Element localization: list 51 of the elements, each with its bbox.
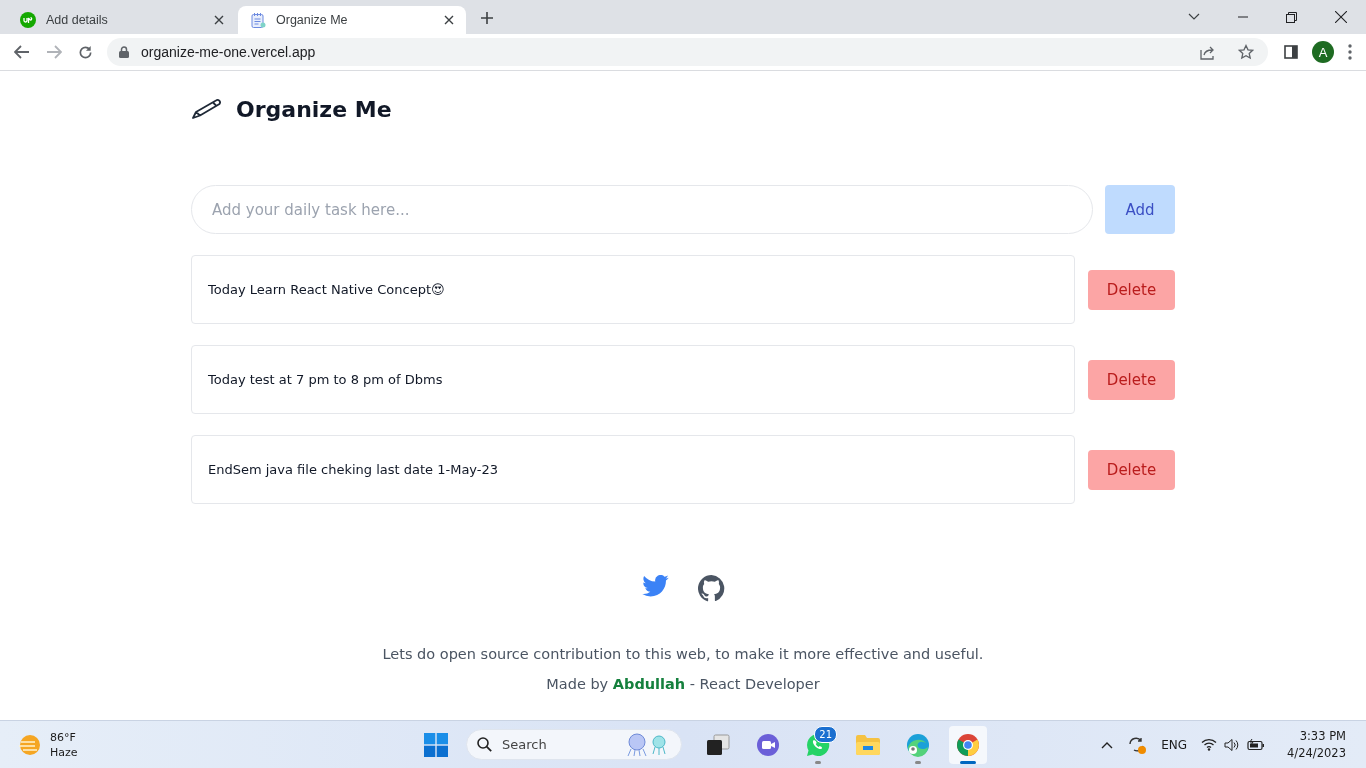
task-view-icon[interactable] (706, 733, 730, 756)
address-bar[interactable]: organize-me-one.vercel.app (107, 38, 1268, 66)
taskbar-search-field[interactable]: Search (466, 729, 682, 760)
footer-message: Lets do open source contribution to this web, to make it more effective and useful. (381, 646, 985, 662)
browser-swirl-icon[interactable] (906, 732, 930, 757)
side-panel-icon[interactable] (1284, 45, 1298, 59)
weather-condition: Haze (50, 744, 78, 760)
windows-start-icon[interactable] (424, 732, 448, 757)
github-icon[interactable] (697, 575, 725, 602)
close-icon[interactable] (1335, 11, 1347, 23)
back-icon[interactable] (14, 45, 30, 59)
app-title: Organize Me (236, 96, 392, 122)
task-text: Today Learn React Native Concept😍 (208, 282, 445, 297)
site-logo-icon (20, 12, 36, 28)
folder-icon[interactable] (855, 733, 881, 756)
more-menu-icon[interactable] (1348, 44, 1352, 60)
notification-badge: 21 (814, 725, 837, 743)
speaker-icon[interactable] (1224, 737, 1241, 752)
search-icon (477, 737, 492, 752)
taskbar-app[interactable]: 21 (799, 725, 837, 764)
footer-credit: Made by Abdullah - React Developer (545, 676, 821, 692)
wifi-icon[interactable] (1201, 738, 1218, 751)
star-icon[interactable] (1238, 44, 1254, 60)
battery-charging-icon[interactable] (1247, 738, 1266, 751)
chevron-down-icon[interactable] (1188, 13, 1200, 21)
browser-tab[interactable]: Organize Me (238, 6, 466, 34)
close-icon[interactable] (214, 15, 224, 25)
chrome-icon[interactable] (956, 732, 980, 757)
notepad-icon (250, 12, 266, 28)
task-input-field[interactable]: Add your daily task here... (191, 185, 1093, 234)
profile-avatar[interactable]: A (1312, 41, 1334, 63)
task-text: EndSem java file cheking last date 1-May-23 (208, 462, 499, 477)
url-text: organize-me-one.vercel.app (141, 44, 316, 60)
clock-time[interactable]: 3:33 PM (1299, 727, 1346, 745)
share-icon[interactable] (1200, 44, 1216, 60)
language-indicator[interactable]: ENG (1161, 737, 1188, 752)
pencil-icon (191, 98, 223, 120)
chevron-up-icon[interactable] (1101, 740, 1114, 749)
lock-icon (119, 46, 129, 58)
hazy-sun-icon (19, 733, 41, 756)
video-chat-icon[interactable] (756, 732, 780, 757)
close-icon[interactable] (444, 15, 454, 25)
new-tab-icon[interactable] (480, 11, 494, 25)
weather-temperature: 86°F (50, 729, 77, 745)
reload-icon[interactable] (78, 44, 93, 60)
restore-icon[interactable] (1286, 11, 1297, 23)
task-text: Today test at 7 pm to 8 pm of Dbms (208, 372, 443, 387)
twitter-bird-icon[interactable] (641, 575, 669, 597)
browser-tab[interactable]: Add details (8, 6, 236, 34)
clock-date[interactable]: 4/24/2023 (1287, 744, 1346, 762)
add-button[interactable]: Add (1105, 185, 1175, 234)
